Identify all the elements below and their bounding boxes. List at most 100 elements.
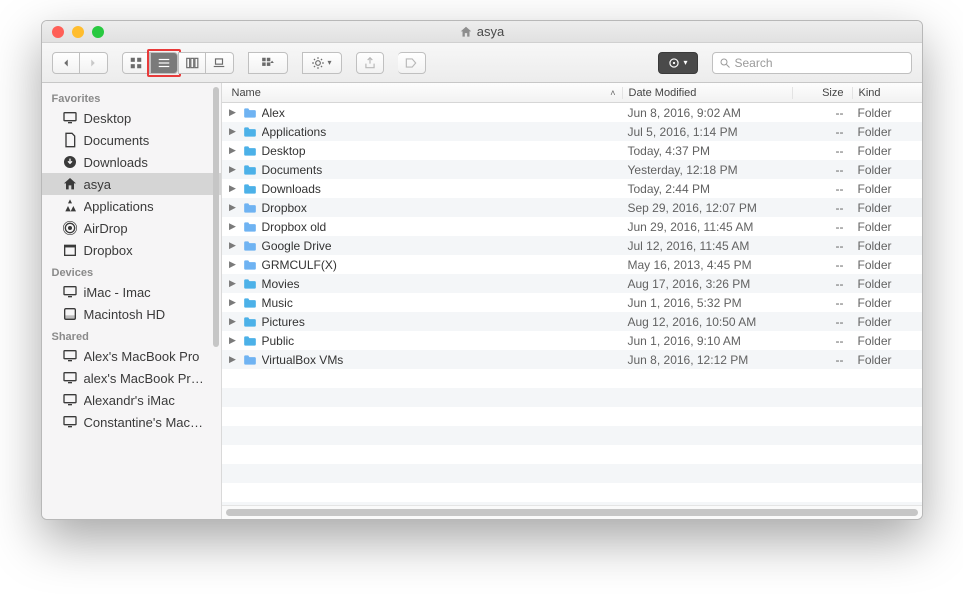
file-date: Jun 8, 2016, 12:12 PM xyxy=(628,353,749,367)
file-row[interactable]: ▶ GRMCULF(X) May 16, 2013, 4:45 PM -- Fo… xyxy=(222,255,922,274)
sidebar-item[interactable]: alex's MacBook Pr… xyxy=(42,367,221,389)
folder-icon xyxy=(242,125,258,139)
folder-icon xyxy=(242,334,258,348)
file-row[interactable]: ▶ Google Drive Jul 12, 2016, 11:45 AM --… xyxy=(222,236,922,255)
nav-buttons xyxy=(52,52,108,74)
sidebar-heading: Favorites xyxy=(42,87,221,107)
disclosure-triangle-icon[interactable]: ▶ xyxy=(228,183,238,194)
sidebar-item[interactable]: Macintosh HD xyxy=(42,303,221,325)
sidebar-item[interactable]: Alexandr's iMac xyxy=(42,389,221,411)
tags-button[interactable] xyxy=(398,52,426,74)
disclosure-triangle-icon[interactable]: ▶ xyxy=(228,107,238,118)
sidebar-item-label: asya xyxy=(84,177,111,192)
sidebar-item-label: Downloads xyxy=(84,155,148,170)
sidebar-item-label: Applications xyxy=(84,199,154,214)
sidebar-item[interactable]: Constantine's Mac… xyxy=(42,411,221,433)
sidebar-item[interactable]: iMac - Imac xyxy=(42,281,221,303)
file-row[interactable]: ▶ Dropbox Sep 29, 2016, 12:07 PM -- Fold… xyxy=(222,198,922,217)
annotation-highlight xyxy=(147,49,181,77)
sidebar-item[interactable]: asya xyxy=(42,173,221,195)
doc-icon xyxy=(62,132,78,148)
sidebar-scrollbar[interactable] xyxy=(213,87,219,347)
file-row[interactable]: ▶ Public Jun 1, 2016, 9:10 AM -- Folder xyxy=(222,331,922,350)
sidebar-heading: Devices xyxy=(42,261,221,281)
window-title-text: asya xyxy=(477,24,504,39)
monitor-icon xyxy=(62,348,78,364)
file-date: Jun 29, 2016, 11:45 AM xyxy=(628,220,754,234)
disclosure-triangle-icon[interactable]: ▶ xyxy=(228,202,238,213)
disclosure-triangle-icon[interactable]: ▶ xyxy=(228,278,238,289)
forward-button[interactable] xyxy=(80,52,108,74)
column-date[interactable]: Date Modified xyxy=(622,87,792,99)
file-row[interactable]: ▶ Pictures Aug 12, 2016, 10:50 AM -- Fol… xyxy=(222,312,922,331)
coverflow-view-button[interactable] xyxy=(206,52,234,74)
file-row[interactable]: ▶ Applications Jul 5, 2016, 1:14 PM -- F… xyxy=(222,122,922,141)
column-view-button[interactable] xyxy=(178,52,206,74)
sidebar-item[interactable]: AirDrop xyxy=(42,217,221,239)
disclosure-triangle-icon[interactable]: ▶ xyxy=(228,221,238,232)
file-date: Jul 12, 2016, 11:45 AM xyxy=(628,239,750,253)
file-kind: Folder xyxy=(858,258,892,272)
icon-view-button[interactable] xyxy=(122,52,150,74)
dropbox-badge-button[interactable]: ▾ xyxy=(658,52,698,74)
minimize-button[interactable] xyxy=(72,26,84,38)
disclosure-triangle-icon[interactable]: ▶ xyxy=(228,335,238,346)
disclosure-triangle-icon[interactable]: ▶ xyxy=(228,354,238,365)
file-row[interactable]: ▶ Dropbox old Jun 29, 2016, 11:45 AM -- … xyxy=(222,217,922,236)
arrange-button[interactable] xyxy=(248,52,288,74)
file-row[interactable]: ▶ Movies Aug 17, 2016, 3:26 PM -- Folder xyxy=(222,274,922,293)
sidebar-item[interactable]: Desktop xyxy=(42,107,221,129)
file-rows[interactable]: ▶ Alex Jun 8, 2016, 9:02 AM -- Folder ▶ … xyxy=(222,103,922,505)
disclosure-triangle-icon[interactable]: ▶ xyxy=(228,297,238,308)
file-row[interactable]: ▶ Downloads Today, 2:44 PM -- Folder xyxy=(222,179,922,198)
file-row[interactable]: ▶ Alex Jun 8, 2016, 9:02 AM -- Folder xyxy=(222,103,922,122)
disclosure-triangle-icon[interactable]: ▶ xyxy=(228,164,238,175)
sidebar[interactable]: FavoritesDesktopDocuments Downloads asya Ap… xyxy=(42,83,222,519)
file-row[interactable]: ▶ VirtualBox VMs Jun 8, 2016, 12:12 PM -… xyxy=(222,350,922,369)
search-field[interactable]: Search xyxy=(712,52,912,74)
download-icon xyxy=(62,154,78,170)
file-row[interactable]: ▶ Desktop Today, 4:37 PM -- Folder xyxy=(222,141,922,160)
column-size[interactable]: Size xyxy=(792,87,852,99)
sidebar-item[interactable]: Dropbox xyxy=(42,239,221,261)
file-size: -- xyxy=(836,315,844,329)
monitor-icon xyxy=(62,392,78,408)
file-name: Desktop xyxy=(262,144,306,158)
disclosure-triangle-icon[interactable]: ▶ xyxy=(228,145,238,156)
back-button[interactable] xyxy=(52,52,80,74)
file-size: -- xyxy=(836,334,844,348)
empty-row xyxy=(222,426,922,445)
sidebar-item[interactable]: Alex's MacBook Pro xyxy=(42,345,221,367)
sidebar-item-label: Alex's MacBook Pro xyxy=(84,349,200,364)
column-name[interactable]: Name ˄ xyxy=(222,87,622,99)
list-view-button[interactable] xyxy=(150,52,178,74)
disclosure-triangle-icon[interactable]: ▶ xyxy=(228,259,238,270)
file-row[interactable]: ▶ Music Jun 1, 2016, 5:32 PM -- Folder xyxy=(222,293,922,312)
sidebar-item[interactable]: Downloads xyxy=(42,151,221,173)
home-icon xyxy=(62,176,78,192)
file-name: Dropbox old xyxy=(262,220,327,234)
sidebar-item[interactable]: Applications xyxy=(42,195,221,217)
zoom-button[interactable] xyxy=(92,26,104,38)
file-kind: Folder xyxy=(858,220,892,234)
folder-icon xyxy=(242,201,258,215)
horizontal-scrollbar[interactable] xyxy=(222,505,922,519)
disclosure-triangle-icon[interactable]: ▶ xyxy=(228,240,238,251)
file-kind: Folder xyxy=(858,144,892,158)
sidebar-item-label: AirDrop xyxy=(84,221,128,236)
file-date: Aug 12, 2016, 10:50 AM xyxy=(628,315,757,329)
titlebar[interactable]: asya xyxy=(42,21,922,43)
search-icon xyxy=(719,57,731,69)
folder-icon xyxy=(242,220,258,234)
column-kind[interactable]: Kind xyxy=(852,87,922,99)
sidebar-item[interactable]: Documents xyxy=(42,129,221,151)
disclosure-triangle-icon[interactable]: ▶ xyxy=(228,126,238,137)
file-row[interactable]: ▶ Documents Yesterday, 12:18 PM -- Folde… xyxy=(222,160,922,179)
share-button[interactable] xyxy=(356,52,384,74)
sort-indicator-icon: ˄ xyxy=(610,88,615,98)
disclosure-triangle-icon[interactable]: ▶ xyxy=(228,316,238,327)
file-name: Music xyxy=(262,296,293,310)
action-button[interactable]: ▾ xyxy=(302,52,342,74)
folder-icon xyxy=(242,258,258,272)
close-button[interactable] xyxy=(52,26,64,38)
